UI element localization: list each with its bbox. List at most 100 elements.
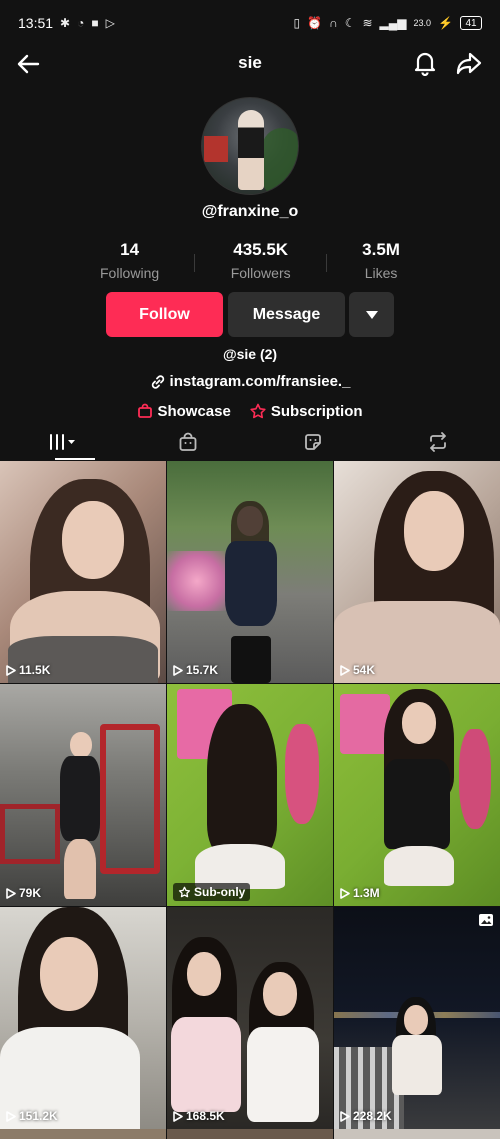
video-thumbnail[interactable]: Sub-only [167, 684, 333, 906]
tab-stickers[interactable] [250, 424, 375, 460]
divider [325, 254, 327, 272]
play-icon [173, 1110, 183, 1122]
signal-icon: ▂▄▆ [379, 16, 407, 30]
top-bar: sie [0, 42, 500, 84]
wifi-icon: ≋ [362, 16, 373, 30]
video-thumbnail[interactable]: 79K [0, 684, 166, 906]
view-count: 54K [340, 663, 375, 677]
content-tabs [0, 424, 500, 460]
avatar[interactable] [201, 97, 299, 195]
video-thumbnail[interactable]: 151.2K [0, 907, 166, 1129]
thumbnail-top [384, 759, 450, 849]
view-count-text: 228.2K [353, 1109, 392, 1123]
play-icon [340, 664, 350, 676]
showcase-label: Showcase [157, 402, 231, 420]
more-options-button[interactable] [349, 292, 394, 337]
photo-post-icon [479, 914, 493, 926]
thumbnail-pink-poster [340, 694, 390, 754]
stat-following[interactable]: 14 Following [100, 240, 159, 281]
video-thumbnail[interactable] [167, 1129, 333, 1139]
thumbnail-face [70, 732, 92, 758]
view-count: 151.2K [6, 1109, 58, 1123]
stat-label: Likes [364, 265, 398, 281]
view-count-text: 151.2K [19, 1109, 58, 1123]
thumbnail-face [187, 952, 221, 996]
bio-name: @sie (2) [222, 346, 278, 362]
subscriber-only-text: Sub-only [194, 885, 246, 899]
follow-button[interactable]: Follow [106, 292, 223, 337]
play-icon [340, 887, 350, 899]
thumbnail-guitar [285, 724, 319, 824]
video-thumbnail[interactable]: 11.5K [0, 461, 166, 683]
headset-icon: ∩ [329, 16, 338, 30]
thumbnail-face [40, 937, 98, 1011]
notification-square-icon: ■ [91, 16, 99, 30]
username: @franxine_o [201, 203, 299, 220]
thumbnail-face [62, 501, 124, 579]
view-count-text: 1.3M [353, 886, 380, 900]
subscription-label: Subscription [270, 402, 363, 420]
video-thumbnail[interactable]: 15.7K [167, 461, 333, 683]
video-thumbnail[interactable]: 1.3M [334, 684, 500, 906]
thumbnail-top [247, 1027, 319, 1122]
sticker-icon [304, 434, 321, 450]
tab-shop[interactable] [125, 424, 250, 460]
stat-label: Followers [230, 265, 291, 281]
network-speed: 23.0 [413, 18, 432, 28]
video-thumbnail[interactable]: 168.5K [167, 907, 333, 1129]
tab-reposts[interactable] [375, 424, 500, 460]
profile-link[interactable]: instagram.com/fransiee._ [0, 373, 500, 390]
view-count: 11.5K [6, 663, 50, 677]
subscription-link[interactable]: Subscription [249, 400, 363, 422]
view-count: 15.7K [173, 663, 218, 677]
status-time: 13:51 [18, 15, 54, 31]
stat-value: 3.5M [362, 240, 400, 259]
view-count-text: 79K [19, 886, 42, 900]
battery-level: 41 [465, 17, 477, 29]
shop-bag-icon [179, 432, 196, 451]
play-icon [6, 1110, 16, 1122]
avatar-background-plant [262, 128, 298, 194]
play-icon [6, 887, 16, 899]
link-icon [151, 374, 164, 389]
back-arrow-icon[interactable] [16, 51, 42, 77]
thumbnail-face [404, 491, 464, 571]
view-count-text: 11.5K [19, 663, 51, 677]
stat-likes[interactable]: 3.5M Likes [362, 240, 400, 281]
message-button[interactable]: Message [228, 292, 345, 337]
view-count: 168.5K [173, 1109, 225, 1123]
thumbnail-dress [225, 541, 277, 626]
video-thumbnail[interactable]: 228.2K [334, 907, 500, 1129]
play-icon [173, 664, 183, 676]
tab-videos[interactable] [0, 424, 125, 460]
bell-icon[interactable] [412, 50, 438, 76]
do-not-disturb-icon: ☾ [344, 16, 356, 30]
video-grid-next-row [0, 1129, 500, 1139]
battery-icon: 41 [460, 16, 482, 30]
link-text: instagram.com/fransiee._ [169, 373, 351, 390]
thumbnail-hair [207, 704, 277, 854]
showcase-link[interactable]: Showcase [137, 400, 231, 422]
thumbnail-lights [167, 551, 227, 611]
share-icon[interactable] [455, 50, 483, 76]
repost-icon [429, 432, 446, 452]
vibrate-icon: ▯ [293, 16, 301, 30]
video-grid: 11.5K 15.7K 54K 79K Sub-only 1.3M 151.2K… [0, 461, 500, 1139]
video-thumbnail[interactable] [334, 1129, 500, 1139]
video-thumbnail[interactable]: 54K [334, 461, 500, 683]
thumbnail-shorts [384, 846, 454, 886]
stat-value: 14 [120, 240, 140, 259]
stat-followers[interactable]: 435.5K Followers [231, 240, 291, 281]
view-count: 79K [6, 886, 41, 900]
thumbnail-face [402, 702, 436, 744]
video-thumbnail[interactable] [0, 1129, 166, 1139]
subscriber-only-badge: Sub-only [173, 883, 251, 901]
profile-stats: 14 Following 435.5K Followers 3.5M Likes [100, 240, 400, 284]
thumbnail-legs [64, 839, 96, 899]
shop-links: Showcase Subscription [0, 400, 500, 422]
page-title: sie [238, 53, 262, 72]
view-count-text: 168.5K [186, 1109, 225, 1123]
videos-grid-icon [49, 434, 75, 450]
thumbnail-top [171, 1017, 241, 1112]
bluetooth-icon: ✱ [60, 16, 71, 30]
